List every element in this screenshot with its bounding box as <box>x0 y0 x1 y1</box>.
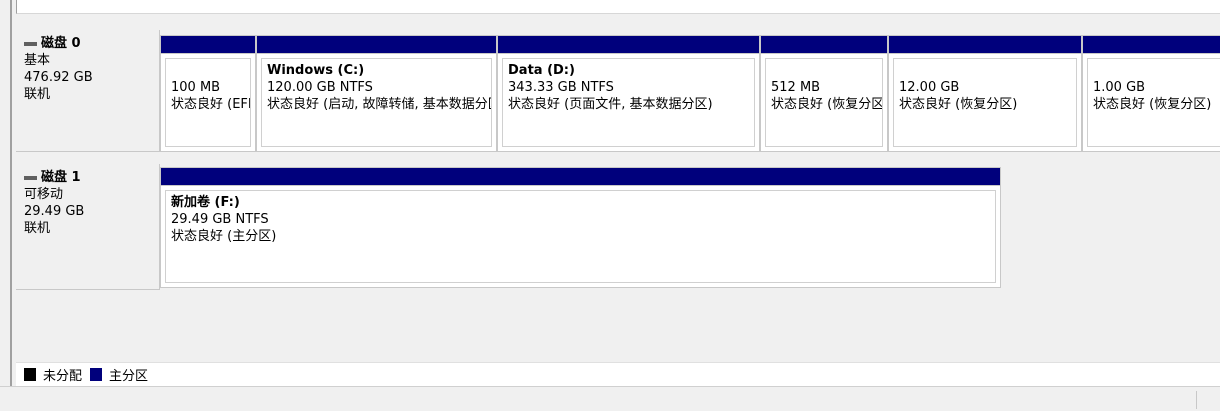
partition-bar <box>161 168 1000 186</box>
partition-body: 新加卷 (F:) 29.49 GB NTFS 状态良好 (主分区) <box>165 190 996 283</box>
disk-map-pane: 磁盘 0 基本 476.92 GB 联机 100 MB 状态良好 (EFI 系统… <box>16 22 1220 386</box>
partition-bar <box>498 36 759 54</box>
disk-icon <box>24 41 37 46</box>
partition-name <box>1093 62 1217 79</box>
disk-icon <box>24 175 37 180</box>
partition-name: Data (D:) <box>508 63 575 78</box>
pane-left-border <box>10 0 12 386</box>
partition-size: 12.00 GB <box>899 80 960 95</box>
partition-status: 状态良好 (启动, 故障转储, 基本数据分区) <box>267 97 492 112</box>
partition-recovery-2[interactable]: 12.00 GB 状态良好 (恢复分区) <box>888 35 1082 152</box>
partition-body: 512 MB 状态良好 (恢复分区) <box>765 58 883 147</box>
partition-name <box>771 62 877 79</box>
legend-unallocated: 未分配 <box>43 369 83 384</box>
partition-status: 状态良好 (恢复分区) <box>1093 97 1212 112</box>
partition-status: 状态良好 (页面文件, 基本数据分区) <box>508 97 713 112</box>
partition-bar <box>761 36 887 54</box>
partition-status: 状态良好 (恢复分区) <box>771 97 883 112</box>
disk-1-title: 磁盘 1 <box>24 169 151 186</box>
partition-body: 1.00 GB 状态良好 (恢复分区) <box>1087 58 1220 147</box>
volume-list-bottom-edge <box>16 0 1220 14</box>
partition-new-volume-f[interactable]: 新加卷 (F:) 29.49 GB NTFS 状态良好 (主分区) <box>160 167 1001 288</box>
disk-1-name: 磁盘 1 <box>41 170 81 185</box>
partition-body: Windows (C:) 120.00 GB NTFS 状态良好 (启动, 故障… <box>261 58 492 147</box>
partition-size: 512 MB <box>771 80 821 95</box>
disk-1-size: 29.49 GB <box>24 204 85 219</box>
disk-0-type: 基本 <box>24 53 51 68</box>
disk-1-label[interactable]: 磁盘 1 可移动 29.49 GB 联机 <box>16 164 160 290</box>
partition-size: 29.49 GB NTFS <box>171 212 269 227</box>
partition-size: 120.00 GB NTFS <box>267 80 373 95</box>
partition-name <box>171 62 245 79</box>
partition-body: 12.00 GB 状态良好 (恢复分区) <box>893 58 1077 147</box>
partition-bar <box>161 36 255 54</box>
partition-body: 100 MB 状态良好 (EFI 系统分区) <box>165 58 251 147</box>
disk-0-name: 磁盘 0 <box>41 36 81 51</box>
partition-size: 1.00 GB <box>1093 80 1146 95</box>
disk-0-size: 476.92 GB <box>24 70 93 85</box>
unallocated-swatch <box>24 368 36 381</box>
partition-bar <box>1083 36 1220 54</box>
disk-1-partitions: 新加卷 (F:) 29.49 GB NTFS 状态良好 (主分区) <box>160 164 1006 292</box>
disk-0-label[interactable]: 磁盘 0 基本 476.92 GB 联机 <box>16 30 160 152</box>
disk-0-status: 联机 <box>24 87 51 102</box>
partition-data-d[interactable]: Data (D:) 343.33 GB NTFS 状态良好 (页面文件, 基本数… <box>497 35 760 152</box>
partition-size: 100 MB <box>171 80 221 95</box>
status-separator <box>1196 391 1197 409</box>
disk-0-partitions: 100 MB 状态良好 (EFI 系统分区) Windows (C:) 120.… <box>160 30 1220 152</box>
top-pane-remnant <box>0 0 1220 22</box>
partition-body: Data (D:) 343.33 GB NTFS 状态良好 (页面文件, 基本数… <box>502 58 755 147</box>
partition-status: 状态良好 (EFI 系统分区) <box>171 97 251 112</box>
partition-status: 状态良好 (主分区) <box>171 229 277 244</box>
partition-efi[interactable]: 100 MB 状态良好 (EFI 系统分区) <box>160 35 256 152</box>
partition-name: Windows (C:) <box>267 63 365 78</box>
partition-bar <box>257 36 496 54</box>
disk-1-type: 可移动 <box>24 187 64 202</box>
partition-bar <box>889 36 1081 54</box>
partition-name: 新加卷 (F:) <box>171 195 240 210</box>
partition-status: 状态良好 (恢复分区) <box>899 97 1018 112</box>
partition-size: 343.33 GB NTFS <box>508 80 614 95</box>
partition-name <box>899 62 1071 79</box>
legend-primary: 主分区 <box>109 369 149 384</box>
primary-swatch <box>90 368 103 381</box>
partition-windows-c[interactable]: Windows (C:) 120.00 GB NTFS 状态良好 (启动, 故障… <box>256 35 497 152</box>
legend: 未分配 主分区 <box>16 362 1220 386</box>
disk-1-status: 联机 <box>24 221 51 236</box>
disk-0-title: 磁盘 0 <box>24 35 151 52</box>
status-bar <box>0 386 1220 411</box>
partition-recovery-1[interactable]: 512 MB 状态良好 (恢复分区) <box>760 35 888 152</box>
partition-recovery-3[interactable]: 1.00 GB 状态良好 (恢复分区) <box>1082 35 1220 152</box>
